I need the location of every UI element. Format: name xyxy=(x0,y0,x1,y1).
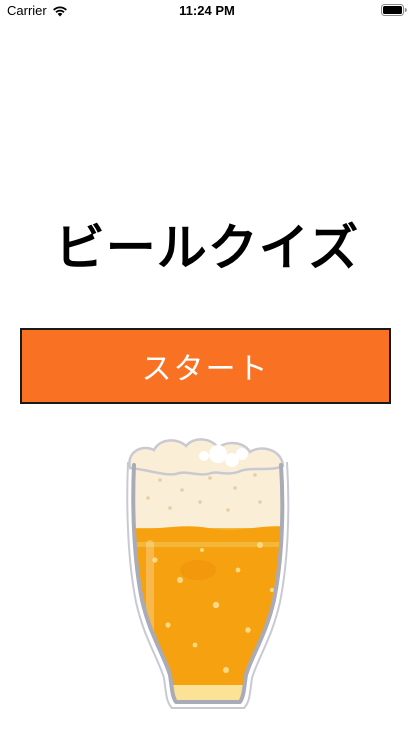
app-title: ビールクイズ xyxy=(54,219,360,277)
start-button[interactable]: スタート xyxy=(20,328,391,404)
status-bar: Carrier 11:24 PM xyxy=(0,0,414,22)
beer-glass-illustration xyxy=(126,438,290,709)
status-time: 11:24 PM xyxy=(179,3,235,18)
battery-icon xyxy=(381,4,407,16)
